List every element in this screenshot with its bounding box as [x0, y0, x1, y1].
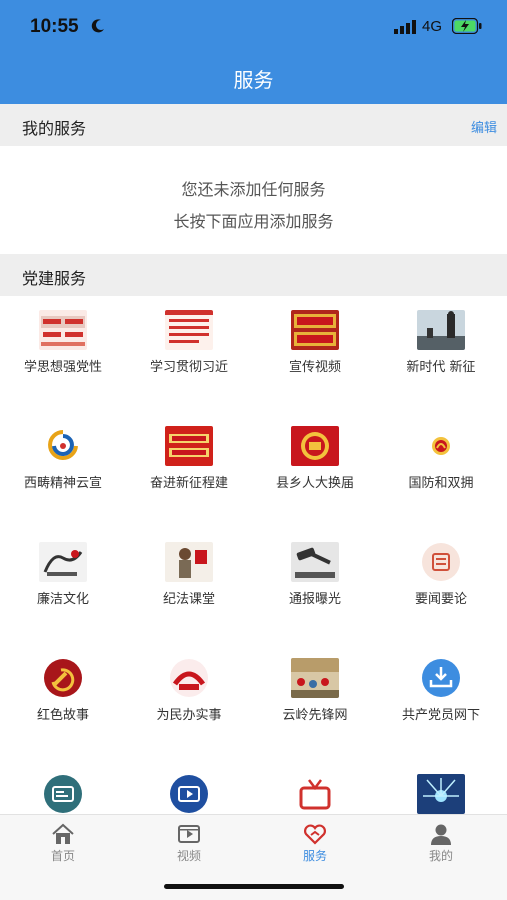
service-grid: 学思想强党性 学习贯彻习近 宣传视频 新时代 新征 西畴精神云宣 奋进新征程建 … — [0, 296, 507, 814]
banner-study-icon — [165, 310, 213, 350]
service-item[interactable]: 新时代 新征 — [378, 296, 504, 412]
discipline-class-icon — [165, 542, 213, 582]
service-item[interactable]: 学习贯彻习近 — [126, 296, 252, 412]
service-item-label: 纪法课堂 — [162, 592, 215, 607]
service-item[interactable] — [378, 760, 504, 814]
tv-screen-icon — [44, 775, 82, 813]
signal-icon — [394, 20, 416, 34]
page-title: 服务 — [233, 70, 274, 92]
tab-home[interactable]: 首页 — [0, 815, 126, 867]
edit-button[interactable]: 编辑 — [471, 117, 497, 136]
status-time: 10:55 — [30, 16, 79, 37]
empty-message-line1: 您还未添加任何服务 — [181, 180, 326, 199]
service-item-label: 要闻要论 — [414, 592, 467, 607]
service-item-label: 共产党员网下 — [401, 708, 480, 723]
service-item[interactable]: 纪法课堂 — [126, 528, 252, 644]
party-services-label: 党建服务 — [22, 269, 87, 288]
profile-icon — [431, 824, 451, 845]
service-item[interactable] — [252, 760, 378, 814]
service-item-label: 学习贯彻习近 — [149, 360, 228, 375]
retro-tv-icon — [291, 774, 339, 814]
service-item-label: 奋进新征程建 — [149, 476, 228, 491]
xichou-logo-icon — [39, 426, 87, 466]
new-journey-banner-icon — [165, 426, 213, 466]
service-item[interactable]: 红色故事 — [0, 644, 126, 760]
integrity-culture-icon — [39, 542, 87, 582]
tab-label: 服务 — [302, 849, 327, 863]
video-play-icon — [170, 775, 208, 813]
promo-video-icon — [291, 310, 339, 350]
tab-service[interactable]: 服务 — [252, 815, 378, 867]
service-item[interactable]: 云岭先锋网 — [252, 644, 378, 760]
my-services-label: 我的服务 — [22, 119, 87, 138]
party-emblem-icon — [44, 659, 82, 697]
service-item[interactable]: 通报曝光 — [252, 528, 378, 644]
service-item[interactable]: 奋进新征程建 — [126, 412, 252, 528]
yunling-pioneer-icon — [291, 658, 339, 698]
party-services-header: 党建服务 — [0, 254, 507, 296]
tab-profile[interactable]: 我的 — [378, 815, 504, 867]
empty-message-line2: 长按下面应用添加服务 — [173, 212, 334, 231]
national-emblem-icon — [291, 426, 339, 466]
service-item-label: 西畴精神云宣 — [23, 476, 102, 491]
tab-video[interactable]: 视频 — [126, 815, 252, 867]
service-item-label: 云岭先锋网 — [282, 708, 348, 723]
tab-label: 视频 — [176, 849, 201, 863]
my-services-header: 我的服务 编辑 — [0, 104, 507, 146]
light-burst-icon — [417, 774, 465, 814]
service-item[interactable]: 宣传视频 — [252, 296, 378, 412]
service-item[interactable]: 为民办实事 — [126, 644, 252, 760]
news-icon — [422, 543, 460, 581]
home-icon — [52, 823, 74, 844]
service-item-label: 宣传视频 — [288, 360, 341, 375]
service-item[interactable]: 廉洁文化 — [0, 528, 126, 644]
service-item-label: 为民办实事 — [156, 708, 222, 723]
home-indicator[interactable] — [164, 884, 344, 889]
new-era-icon — [417, 310, 465, 350]
tab-label: 我的 — [428, 849, 453, 863]
service-item[interactable] — [126, 760, 252, 814]
status-bar: 10:55 4G — [0, 0, 507, 56]
banner-slogan-icon — [39, 310, 87, 350]
service-item[interactable]: 西畴精神云宣 — [0, 412, 126, 528]
service-item-label: 红色故事 — [36, 708, 89, 723]
service-item-label: 国防和双拥 — [408, 476, 474, 491]
download-tray-icon — [422, 659, 460, 697]
service-item[interactable]: 共产党员网下 — [378, 644, 504, 760]
service-heart-icon — [304, 824, 326, 845]
service-item-label: 通报曝光 — [288, 592, 341, 607]
service-item-label: 学思想强党性 — [23, 360, 102, 375]
app-header: 10:55 4G 服务 — [0, 0, 507, 104]
service-item-label: 廉洁文化 — [36, 592, 89, 607]
service-item[interactable]: 县乡人大换届 — [252, 412, 378, 528]
service-item[interactable]: 国防和双拥 — [378, 412, 504, 528]
service-item[interactable] — [0, 760, 126, 814]
tab-label: 首页 — [50, 849, 75, 863]
service-item[interactable]: 要闻要论 — [378, 528, 504, 644]
service-item-label: 新时代 新征 — [406, 360, 476, 375]
defense-emblem-icon — [417, 426, 465, 466]
service-item[interactable]: 学思想强党性 — [0, 296, 126, 412]
moon-icon — [91, 19, 104, 33]
serve-people-icon — [170, 659, 208, 697]
service-item-label: 县乡人大换届 — [275, 476, 354, 491]
video-icon — [178, 825, 200, 843]
network-type: 4G — [422, 18, 443, 35]
gavel-icon — [291, 542, 339, 582]
battery-charging-icon — [452, 18, 482, 34]
